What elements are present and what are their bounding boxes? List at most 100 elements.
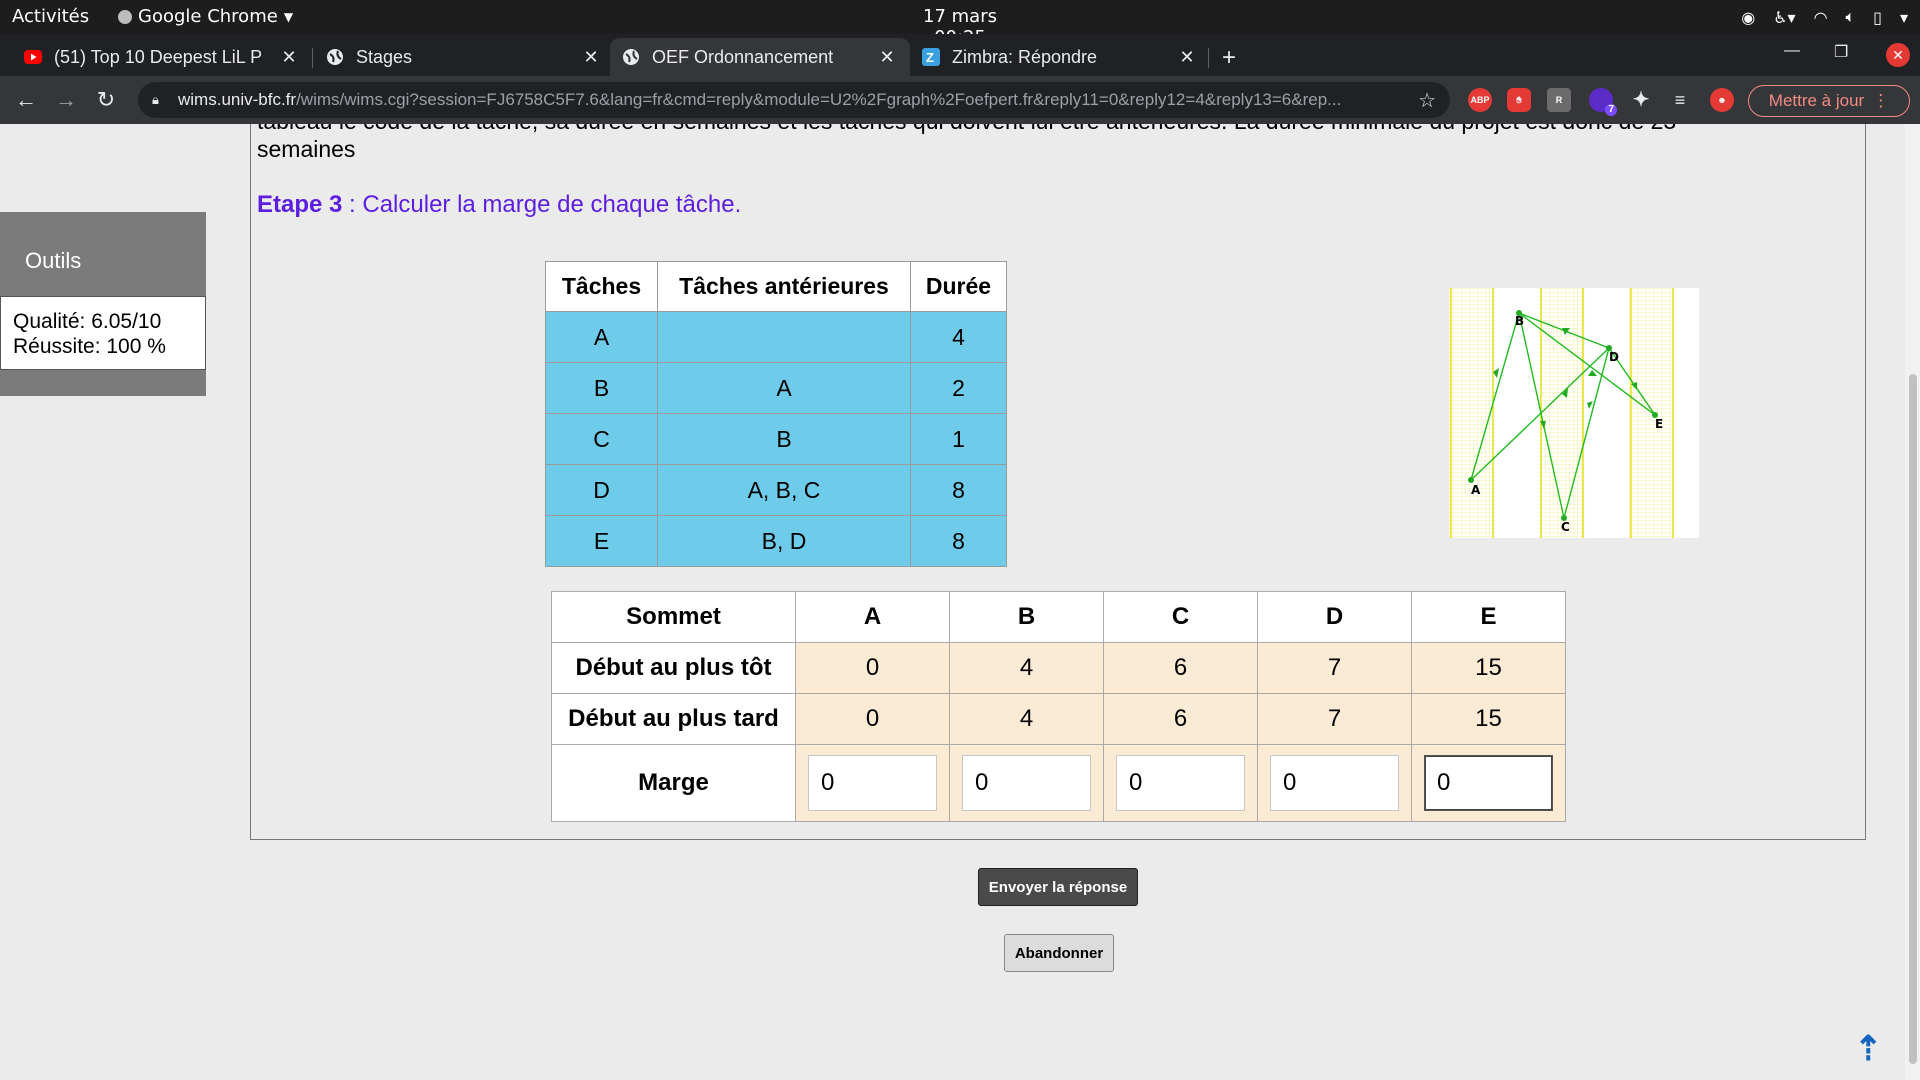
tab-zimbra[interactable]: Z Zimbra: Répondre ✕ bbox=[910, 38, 1210, 76]
table-row: E B, D 8 bbox=[545, 515, 1007, 567]
row-label: Marge bbox=[551, 744, 796, 822]
system-menu-chevron-icon[interactable]: ▾ bbox=[1900, 8, 1908, 27]
accessibility-icon[interactable]: ♿︎▾ bbox=[1773, 8, 1795, 27]
extensions-puzzle-icon[interactable]: ✦ bbox=[1629, 88, 1653, 112]
zimbra-icon: Z bbox=[922, 48, 940, 66]
tab-title: Stages bbox=[356, 46, 413, 67]
media-controls-icon[interactable]: ≡ bbox=[1668, 88, 1692, 112]
new-tab-button[interactable]: + bbox=[1222, 44, 1236, 72]
page-viewport: Outils Qualité: 6.05/10 Réussite: 100 % … bbox=[0, 124, 1905, 1080]
graph-arrowhead bbox=[1587, 401, 1593, 409]
profile-avatar[interactable]: ☻ bbox=[1710, 88, 1734, 112]
close-icon[interactable]: ✕ bbox=[278, 47, 300, 68]
close-icon[interactable]: ✕ bbox=[580, 47, 602, 68]
task-cell: C bbox=[545, 413, 658, 465]
tab-oef-ordonnancement[interactable]: OEF Ordonnancement ✕ bbox=[610, 38, 910, 76]
page-scrollbar[interactable] bbox=[1905, 124, 1920, 1080]
window-close-button[interactable]: ✕ bbox=[1886, 43, 1910, 67]
input-cell bbox=[1411, 744, 1566, 822]
tab-title: OEF Ordonnancement bbox=[652, 46, 834, 67]
intro-line-2: semaines bbox=[257, 136, 356, 162]
quality-score: Qualité: 6.05/10 bbox=[13, 310, 162, 333]
ublock-icon[interactable]: ✋︎ bbox=[1507, 88, 1531, 112]
app-menu[interactable]: Google Chrome ▼ bbox=[118, 6, 293, 27]
tools-title[interactable]: Outils bbox=[25, 248, 81, 274]
discord-icon[interactable]: ◉ bbox=[1741, 8, 1755, 27]
column-header: A bbox=[795, 591, 950, 643]
url-path: /wims/wims.cgi?session=FJ6758C5F7.6&lang… bbox=[296, 90, 1342, 109]
send-answer-button[interactable]: Envoyer la réponse bbox=[978, 868, 1138, 906]
table-row: Début au plus tôt 0 4 6 7 15 bbox=[551, 642, 1566, 694]
graph-node-label: D bbox=[1609, 350, 1619, 364]
address-bar[interactable]: 🔒︎ wims.univ-bfc.fr/wims/wims.cgi?sessio… bbox=[138, 82, 1450, 118]
extension-badge-icon[interactable]: 7 bbox=[1589, 88, 1617, 116]
input-cell bbox=[795, 744, 950, 822]
update-button[interactable]: Mettre à jour ⋮ bbox=[1748, 85, 1910, 117]
input-cell bbox=[1103, 744, 1258, 822]
duration-cell: 8 bbox=[910, 464, 1007, 516]
scrollbar-thumb[interactable] bbox=[1909, 374, 1917, 1064]
margin-input-b[interactable] bbox=[962, 755, 1091, 811]
adblock-plus-icon[interactable]: ABP bbox=[1468, 88, 1492, 112]
back-button[interactable]: ← bbox=[12, 86, 40, 114]
column-header: C bbox=[1103, 591, 1258, 643]
url-text[interactable]: wims.univ-bfc.fr/wims/wims.cgi?session=F… bbox=[178, 90, 1408, 110]
reload-button[interactable]: ↻ bbox=[92, 86, 120, 114]
graph-node-label: B bbox=[1515, 314, 1524, 328]
tab-stages[interactable]: Stages ✕ bbox=[314, 38, 614, 76]
row-label: Début au plus tôt bbox=[551, 642, 796, 694]
value-cell: 7 bbox=[1257, 693, 1412, 745]
duration-cell: 8 bbox=[910, 515, 1007, 567]
step-label: Etape 3 bbox=[257, 191, 343, 218]
margin-input-e[interactable] bbox=[1424, 755, 1553, 811]
score-box: Qualité: 6.05/10 Réussite: 100 % bbox=[0, 296, 206, 370]
margin-table: Sommet A B C D E Début au plus tôt 0 4 6… bbox=[551, 591, 1566, 822]
predecessors-cell bbox=[657, 311, 911, 363]
wifi-icon: ◠ bbox=[1813, 7, 1828, 27]
abandon-button[interactable]: Abandonner bbox=[1004, 934, 1114, 972]
extension-badge: 7 bbox=[1605, 104, 1617, 116]
battery-icon: ▯ bbox=[1873, 7, 1882, 27]
activities-button[interactable]: Activités bbox=[12, 6, 89, 27]
app-menu-label: Google Chrome bbox=[138, 6, 278, 27]
svg-text:Z: Z bbox=[926, 50, 934, 65]
tab-separator bbox=[1208, 48, 1209, 68]
graph-band bbox=[1449, 288, 1495, 538]
graph-node-label: A bbox=[1471, 483, 1481, 497]
tab-youtube[interactable]: (51) Top 10 Deepest LiL P ✕ bbox=[12, 38, 312, 76]
lock-icon[interactable]: 🔒︎ bbox=[152, 92, 166, 108]
column-header: Durée bbox=[910, 261, 1007, 312]
value-cell: 4 bbox=[949, 642, 1104, 694]
system-tray[interactable]: ◉ ♿︎▾ ◠ 🔈︎ ▯ ▾ bbox=[1741, 0, 1908, 34]
task-cell: B bbox=[545, 362, 658, 414]
task-cell: A bbox=[545, 311, 658, 363]
margin-input-d[interactable] bbox=[1270, 755, 1399, 811]
table-header-row: Tâches Tâches antérieures Durée bbox=[545, 261, 1007, 312]
exercise-box: tableau le code de la tâche, sa durée en… bbox=[250, 124, 1866, 840]
duration-cell: 2 bbox=[910, 362, 1007, 414]
forward-button[interactable]: → bbox=[52, 86, 80, 114]
table-row: Début au plus tard 0 4 6 7 15 bbox=[551, 693, 1566, 745]
minimize-icon[interactable]: — bbox=[1784, 42, 1800, 60]
youtube-icon bbox=[24, 48, 42, 66]
bookmark-star-icon[interactable]: ☆ bbox=[1418, 88, 1436, 113]
update-label: Mettre à jour bbox=[1768, 91, 1865, 110]
url-host: wims.univ-bfc.fr bbox=[178, 90, 297, 109]
value-cell: 6 bbox=[1103, 642, 1258, 694]
more-options-icon[interactable]: ⋮ bbox=[1872, 91, 1889, 111]
task-cell: E bbox=[545, 515, 658, 567]
table-row: D A, B, C 8 bbox=[545, 464, 1007, 516]
close-icon[interactable]: ✕ bbox=[1176, 47, 1198, 68]
extension-icon[interactable]: R bbox=[1547, 88, 1571, 112]
back-to-top-icon[interactable]: ⇡ bbox=[1854, 1029, 1883, 1069]
predecessors-cell: B, D bbox=[657, 515, 911, 567]
margin-input-a[interactable] bbox=[808, 755, 937, 811]
system-top-bar: Activités Google Chrome ▼ 17 mars 00:25 … bbox=[0, 0, 1920, 48]
margin-input-c[interactable] bbox=[1116, 755, 1245, 811]
chevron-down-icon: ▼ bbox=[283, 9, 294, 24]
globe-icon bbox=[326, 48, 344, 66]
restore-icon[interactable]: ❐ bbox=[1834, 42, 1848, 62]
browser-toolbar: ← → ↻ 🔒︎ wims.univ-bfc.fr/wims/wims.cgi?… bbox=[0, 76, 1920, 124]
close-icon[interactable]: ✕ bbox=[876, 47, 898, 68]
table-row: B A 2 bbox=[545, 362, 1007, 414]
